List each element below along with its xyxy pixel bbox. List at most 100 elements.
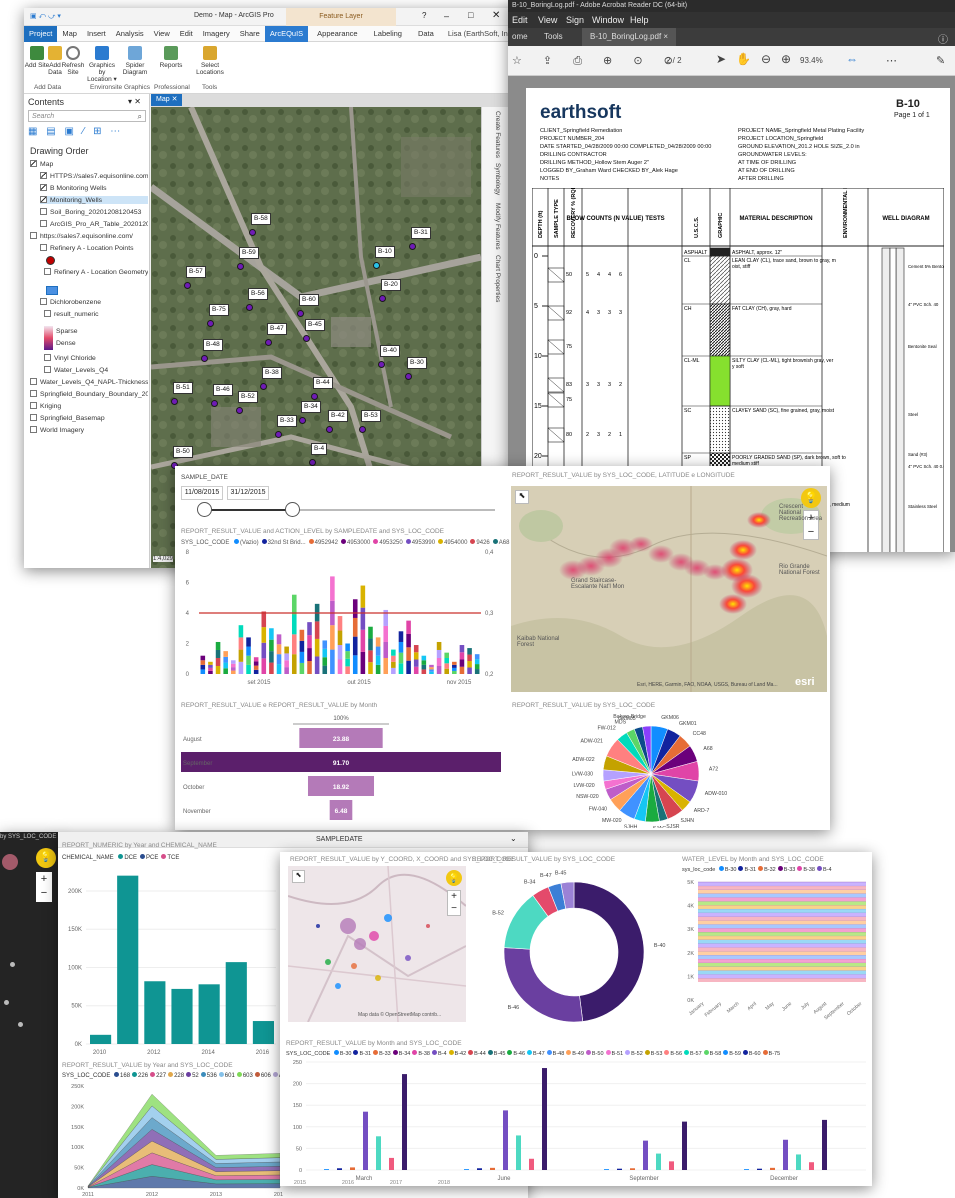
well-marker[interactable] bbox=[326, 426, 333, 433]
more-icon[interactable]: ⋯ bbox=[886, 54, 897, 67]
layer-item[interactable]: https://sales7.equisonline.com/ bbox=[30, 232, 148, 240]
zoom-controls[interactable]: + − bbox=[447, 890, 461, 916]
select-tool-icon[interactable]: ⬉ bbox=[292, 870, 305, 883]
well-marker[interactable] bbox=[260, 383, 267, 390]
legend-item[interactable]: B-30 bbox=[332, 1050, 351, 1057]
help-icon[interactable]: ⓘ bbox=[938, 31, 948, 46]
legend-item[interactable]: B-45 bbox=[486, 1050, 505, 1057]
well-marker[interactable] bbox=[201, 355, 208, 362]
layer-checkbox[interactable] bbox=[40, 196, 47, 203]
legend-item[interactable]: 9426 bbox=[467, 539, 490, 546]
tab-insert[interactable]: Insert bbox=[82, 29, 111, 38]
well-marker[interactable] bbox=[299, 417, 306, 424]
well-marker[interactable] bbox=[379, 295, 386, 302]
side-tab-symbology[interactable]: Symbology bbox=[494, 163, 501, 195]
layer-item[interactable]: Kriging bbox=[30, 402, 148, 410]
layer-checkbox[interactable] bbox=[30, 378, 37, 385]
legend-item[interactable]: 4953990 bbox=[403, 539, 435, 546]
layer-item[interactable]: Springfield_Boundary_Boundary_2020 bbox=[30, 390, 148, 398]
user-account[interactable]: Lisa (EarthSoft, Inc.) ▾ bbox=[443, 29, 514, 38]
legend-item[interactable]: B-30 bbox=[717, 866, 736, 873]
well-marker[interactable] bbox=[246, 304, 253, 311]
layer-item[interactable]: Refinery A - Location Geometry bbox=[44, 268, 148, 276]
layer-checkbox[interactable] bbox=[44, 354, 51, 361]
tab-document[interactable]: B-10_BoringLog.pdf × bbox=[582, 28, 677, 46]
layer-item[interactable]: Water_Levels_Q4 bbox=[44, 366, 148, 374]
help-button[interactable]: ? bbox=[422, 11, 426, 20]
legend-item[interactable]: B-52 bbox=[623, 1050, 643, 1057]
search-input[interactable]: Search ⌕ bbox=[28, 110, 146, 122]
legend-item[interactable]: 606 bbox=[253, 1072, 271, 1079]
tab-home[interactable]: ome bbox=[512, 32, 528, 41]
side-tab-create-features[interactable]: Create Features bbox=[494, 111, 501, 158]
well-marker[interactable] bbox=[373, 262, 380, 269]
layer-checkbox[interactable] bbox=[40, 244, 47, 251]
reports-button[interactable]: Reports bbox=[158, 46, 184, 69]
well-marker[interactable] bbox=[309, 459, 316, 466]
chevron-down-icon[interactable]: ⌄ bbox=[510, 834, 517, 843]
legend-item[interactable]: B-60 bbox=[741, 1050, 761, 1057]
legend-item[interactable]: 536 bbox=[199, 1072, 217, 1079]
layer-checkbox[interactable] bbox=[40, 208, 47, 215]
legend-item[interactable]: B-31 bbox=[351, 1050, 371, 1057]
menu-edit[interactable]: Edit bbox=[512, 12, 528, 28]
layer-item[interactable]: Soil_Boring_20201208120453 bbox=[40, 208, 148, 216]
legend-item[interactable]: B-50 bbox=[584, 1050, 604, 1057]
layer-checkbox[interactable] bbox=[40, 172, 47, 179]
legend-item[interactable]: B-4 bbox=[815, 866, 832, 873]
layer-checkbox[interactable] bbox=[30, 402, 37, 409]
graphics-by-location-button[interactable]: Graphics by Location ▾ bbox=[86, 46, 118, 83]
legend-item[interactable]: 32nd St Brid... bbox=[259, 539, 306, 546]
legend-item[interactable]: TCE bbox=[158, 854, 179, 861]
legend-item[interactable]: 226 bbox=[130, 1072, 148, 1079]
legend-item[interactable]: 4953250 bbox=[370, 539, 403, 546]
bubble-map[interactable]: ⬉ 💡 + − Map data © OpenStreetMap contrib.… bbox=[288, 866, 466, 1022]
toolbar-icons[interactable]: ☆ ⇪ ⎙ ⊕ ⊙ ⊙ bbox=[512, 54, 682, 68]
legend-item[interactable]: B-51 bbox=[604, 1050, 623, 1057]
legend-item[interactable]: B-47 bbox=[525, 1050, 545, 1057]
legend-item[interactable]: 228 bbox=[166, 1072, 184, 1079]
pane-options-icon[interactable]: ▾ ✕ bbox=[128, 97, 141, 106]
well-marker[interactable] bbox=[303, 335, 310, 342]
well-marker[interactable] bbox=[249, 229, 256, 236]
layer-item[interactable]: B Monitoring Wells bbox=[40, 184, 148, 192]
sign-icon[interactable]: ✎ bbox=[936, 54, 945, 67]
layer-checkbox[interactable] bbox=[40, 298, 47, 305]
map-tab[interactable]: Map ✕ bbox=[151, 94, 183, 106]
zoom-level[interactable]: 93.4% bbox=[800, 56, 823, 65]
date-to-input[interactable]: 31/12/2015 bbox=[227, 486, 269, 500]
legend-item[interactable]: B-48 bbox=[545, 1050, 564, 1057]
layer-item[interactable]: result_numeric bbox=[44, 310, 148, 318]
layer-checkbox[interactable] bbox=[30, 414, 37, 421]
well-marker[interactable] bbox=[311, 393, 318, 400]
water-level-chart[interactable]: 0K1K2K3K4K5KJanuaryFebruary March April May… bbox=[678, 874, 870, 1038]
legend-item[interactable]: B-49 bbox=[564, 1050, 584, 1057]
layer-item[interactable]: Map bbox=[30, 160, 148, 168]
slider-handle-end[interactable] bbox=[285, 502, 300, 517]
tab-analysis[interactable]: Analysis bbox=[111, 29, 149, 38]
layer-item[interactable]: Sparse bbox=[56, 328, 164, 335]
legend-item[interactable]: 52 bbox=[184, 1072, 199, 1079]
spider-diagram-button[interactable]: Spider Diagram bbox=[120, 46, 150, 76]
layer-item[interactable]: Refinery A - Location Points bbox=[40, 244, 148, 252]
legend-item[interactable]: DCE bbox=[115, 854, 137, 861]
close-button[interactable]: ✕ bbox=[492, 10, 500, 21]
tab-imagery[interactable]: Imagery bbox=[198, 29, 235, 38]
legend-item[interactable]: 603 bbox=[235, 1072, 253, 1079]
pie-chart[interactable]: GKM06GKM01 CC48 A68 A72 ADW-010 ARD-7SJHNSJSR… bbox=[511, 712, 827, 828]
layer-item[interactable]: ArcGIS_Pro_AR_Table_20201208075530 bbox=[40, 220, 148, 228]
legend-item[interactable]: B-31 bbox=[736, 866, 756, 873]
zoom-controls[interactable]: + − bbox=[36, 872, 52, 902]
well-marker[interactable] bbox=[405, 373, 412, 380]
layer-item[interactable]: Vinyl Chloride bbox=[44, 354, 148, 362]
monthly-column-chart[interactable]: 0 50 100 150 200 250 March June September Decembe… bbox=[280, 1058, 872, 1186]
legend-item[interactable]: B-33 bbox=[371, 1050, 391, 1057]
funnel-chart[interactable]: 100% 23.88 August 91.70 September 18.92 Octobe… bbox=[181, 712, 506, 828]
legend-item[interactable]: B-75 bbox=[761, 1050, 780, 1057]
contents-toolbar[interactable]: ▦ ▤ ▣ ⁄ ⊞ ⋯ bbox=[28, 126, 146, 138]
layer-checkbox[interactable] bbox=[30, 426, 37, 433]
legend-item[interactable]: B-38 bbox=[410, 1050, 430, 1057]
legend-item[interactable]: B-59 bbox=[721, 1050, 741, 1057]
side-tab-chart-properties[interactable]: Chart Properties bbox=[494, 255, 501, 302]
menu-help[interactable]: Help bbox=[630, 12, 649, 28]
